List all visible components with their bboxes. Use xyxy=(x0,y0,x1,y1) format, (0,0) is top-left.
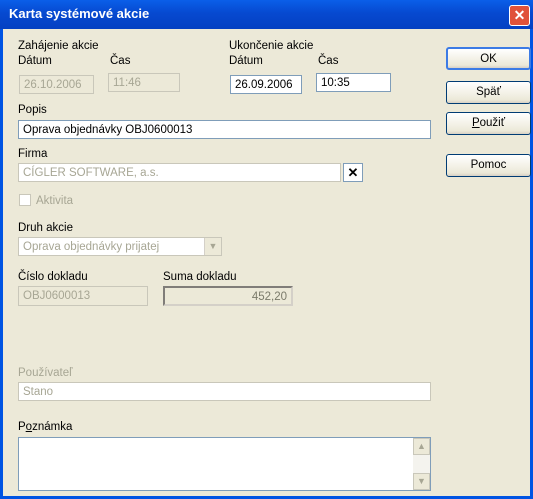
poznamka-textarea[interactable]: ▲ ▼ xyxy=(18,437,431,491)
end-time-label: Čas xyxy=(318,55,339,67)
druh-label: Druh akcie xyxy=(18,222,73,234)
use-button-label: oužiť xyxy=(479,117,506,129)
clear-x-icon[interactable]: ✕ xyxy=(343,163,363,182)
druh-value: Oprava objednávky prijatej xyxy=(23,241,160,253)
cislo-field: OBJ0600013 xyxy=(18,286,148,306)
pouzivatel-field: Stano xyxy=(18,382,431,401)
use-button-accel: P xyxy=(471,117,480,129)
start-date-field: 26.10.2006 xyxy=(19,75,94,94)
poznamka-label-post: známka xyxy=(32,421,73,433)
end-time-field[interactable]: 10:35 xyxy=(316,73,391,92)
help-button[interactable]: Pomoc xyxy=(446,154,531,177)
end-date-label: Dátum xyxy=(229,55,263,67)
start-date-label: Dátum xyxy=(18,55,52,67)
suma-field: 452,20 xyxy=(163,286,293,306)
popis-field[interactable]: Oprava objednávky OBJ0600013 xyxy=(18,120,431,139)
popis-label: Popis xyxy=(18,104,47,116)
arrow-down-icon[interactable]: ▼ xyxy=(413,473,430,490)
start-time-field: 11:46 xyxy=(108,73,180,92)
aktivita-checkbox xyxy=(19,194,31,206)
suma-label: Suma dokladu xyxy=(163,271,237,283)
end-section-label: Ukončenie akcie xyxy=(229,40,314,52)
firma-label: Firma xyxy=(18,148,48,160)
title-bar[interactable]: Karta systémové akcie ✕ xyxy=(0,0,533,29)
aktivita-label: Aktivita xyxy=(36,195,74,207)
chevron-down-icon: ▼ xyxy=(204,238,221,255)
cislo-label: Číslo dokladu xyxy=(18,271,88,283)
ok-button[interactable]: OK xyxy=(446,47,531,70)
start-section-label: Zahájenie akcie xyxy=(18,40,99,52)
druh-combo: Oprava objednávky prijatej ▼ xyxy=(18,237,222,256)
pouzivatel-label: Používateľ xyxy=(18,367,73,379)
window-title: Karta systémové akcie xyxy=(9,6,150,21)
arrow-up-icon[interactable]: ▲ xyxy=(413,438,430,455)
start-time-label: Čas xyxy=(110,55,131,67)
back-button[interactable]: Späť xyxy=(446,81,531,104)
end-date-field[interactable]: 26.09.2006 xyxy=(230,75,302,94)
use-button[interactable]: Použiť xyxy=(446,112,531,135)
poznamka-label-pre: P xyxy=(18,421,26,433)
close-icon[interactable]: ✕ xyxy=(509,5,530,26)
poznamka-label: Poznámka xyxy=(18,421,72,433)
poznamka-scrollbar[interactable]: ▲ ▼ xyxy=(413,438,430,490)
firma-field: CÍGLER SOFTWARE, a.s. xyxy=(18,163,341,182)
